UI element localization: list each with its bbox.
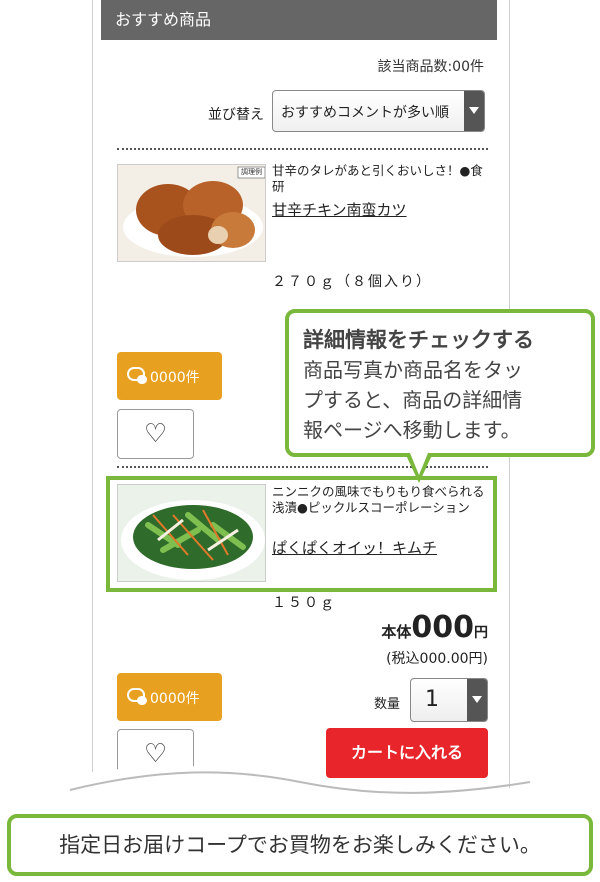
quantity-select[interactable]: 1	[410, 678, 488, 722]
price-unit: 円	[474, 625, 488, 641]
quantity-label: 数量	[374, 697, 401, 712]
sort-select[interactable]: おすすめコメントが多い順	[272, 90, 485, 132]
section-header: おすすめ商品	[101, 0, 497, 40]
callout-line: 商品写真か商品名をタッ	[303, 358, 523, 382]
callout-title: 詳細情報をチェックする	[303, 328, 534, 352]
heart-icon: ♡	[143, 419, 168, 449]
divider	[117, 148, 488, 150]
chevron-down-icon	[464, 91, 484, 131]
review-count: 0000件	[150, 691, 200, 707]
callout-tail-inner	[410, 453, 428, 475]
comment-icon	[127, 367, 147, 384]
price-prefix: 本体	[381, 623, 412, 641]
comment-icon	[127, 688, 147, 705]
callout-line: 報ページへ移動します。	[303, 418, 521, 442]
price: 本体000円	[381, 610, 488, 645]
product-catchphrase: 甘辛のタレがあと引くおいしさ！●食研	[272, 163, 483, 194]
product-name-link[interactable]: 甘辛チキン南蛮カツ	[272, 199, 407, 220]
callout-box: 詳細情報をチェックする 商品写真か商品名をタッ プすると、商品の詳細情 報ページ…	[285, 309, 595, 457]
product-spec: ２７０ｇ（８個入り）	[272, 274, 432, 290]
result-count: 該当商品数:00件	[377, 59, 484, 75]
callout-line: プすると、商品の詳細情	[303, 388, 523, 412]
review-count: 0000件	[150, 370, 200, 386]
sort-label: 並び替え	[208, 107, 264, 123]
sort-selected-value: おすすめコメントが多い順	[281, 105, 449, 121]
chevron-down-icon	[467, 679, 487, 721]
product-spec: １５０ｇ	[272, 595, 336, 611]
product-image[interactable]: 調理例	[117, 164, 266, 262]
tax-price: (税込000.00円)	[386, 651, 488, 667]
quantity-value: 1	[425, 687, 439, 712]
bottom-banner: 指定日お届けコープでお買物をお楽しみください。	[7, 814, 593, 876]
highlight-frame	[106, 476, 497, 592]
favorite-button[interactable]: ♡	[117, 409, 194, 459]
price-value: 000	[411, 610, 474, 645]
review-button[interactable]: 0000件	[117, 352, 222, 400]
sample-badge: 調理例	[241, 168, 262, 176]
review-button[interactable]: 0000件	[117, 673, 222, 721]
